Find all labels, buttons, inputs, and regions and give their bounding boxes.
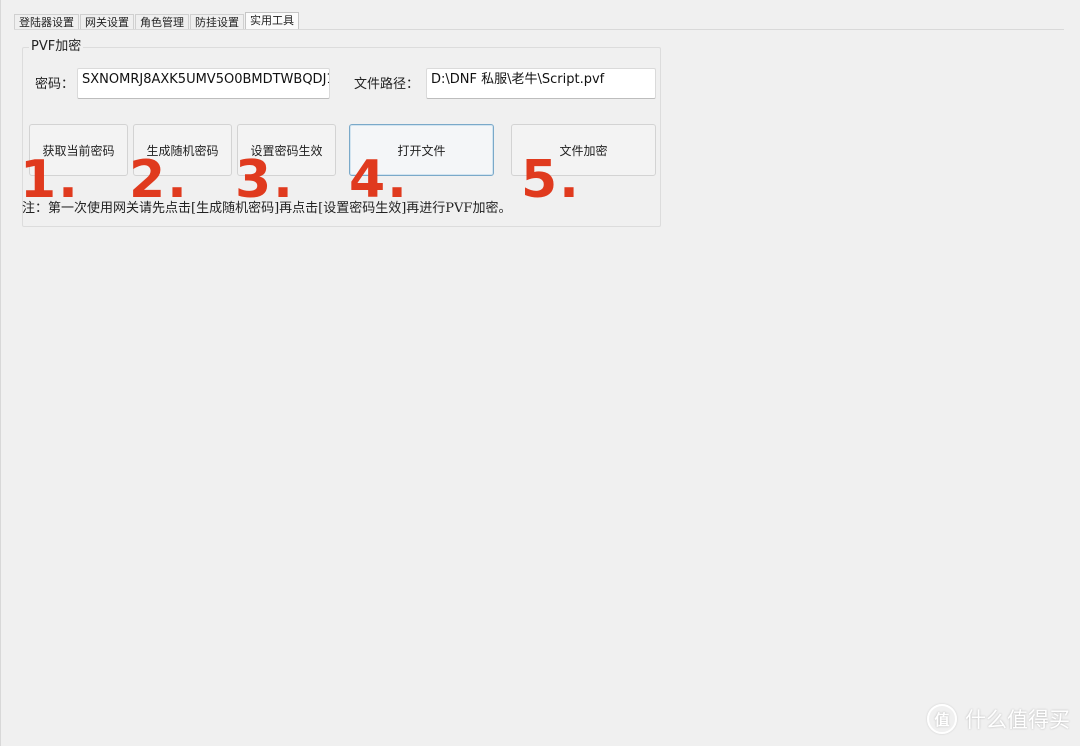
window-left-border <box>0 0 1 746</box>
group-title: PVF加密 <box>29 39 84 55</box>
tab-launcher-settings[interactable]: 登陆器设置 <box>14 14 79 30</box>
tab-gateway-settings[interactable]: 网关设置 <box>80 14 134 30</box>
tab-utility-tools[interactable]: 实用工具 <box>245 12 299 30</box>
watermark-text: 什么值得买 <box>965 708 1070 732</box>
step-annotation-5: 5. <box>521 150 581 210</box>
tab-divider <box>14 29 1064 30</box>
tab-role-management[interactable]: 角色管理 <box>135 14 189 30</box>
file-path-label: 文件路径： <box>354 77 420 92</box>
watermark: 值 什么值得买 <box>927 702 1070 736</box>
tab-bar: 登陆器设置 网关设置 角色管理 防挂设置 实用工具 <box>14 12 300 30</box>
tab-anti-cheat-settings[interactable]: 防挂设置 <box>190 14 244 30</box>
watermark-logo-icon: 值 <box>927 704 957 734</box>
file-path-input[interactable]: D:\DNF 私服\老牛\Script.pvf <box>426 68 656 99</box>
password-label: 密码： <box>35 77 75 92</box>
app-window: 登陆器设置 网关设置 角色管理 防挂设置 实用工具 PVF加密 密码： SXNO… <box>0 0 1080 746</box>
usage-note: 注：第一次使用网关请先点击[生成随机密码]再点击[设置密码生效]再进行PVF加密… <box>22 201 512 216</box>
password-input[interactable]: SXNOMRJ8AXK5UMV5O0BMDTWBQDJ16N <box>77 68 330 99</box>
